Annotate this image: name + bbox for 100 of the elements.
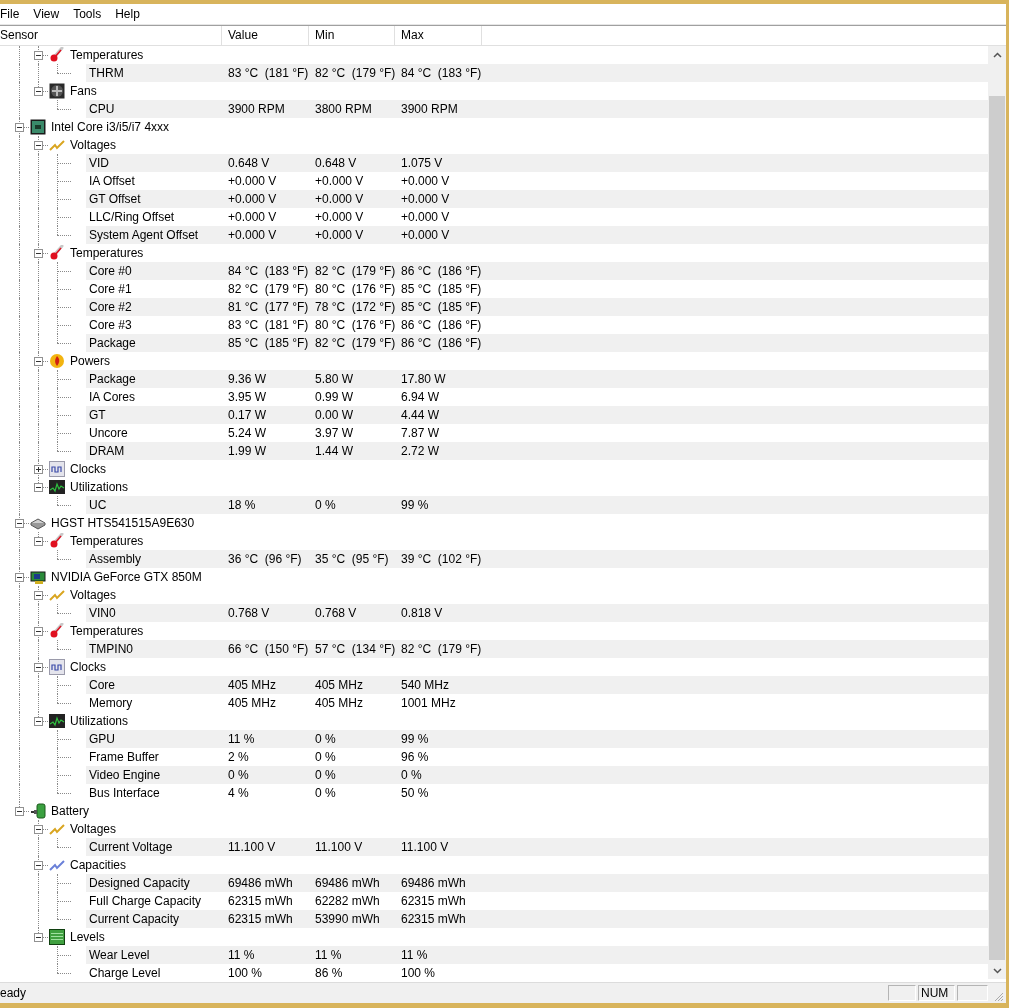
- value-cell-text: 9.36 W: [227, 372, 267, 386]
- min-cell-text: 3800 RPM: [314, 102, 373, 116]
- sensor-name: TMPIN0: [88, 642, 134, 656]
- min-cell-text: 1.44 W: [314, 444, 354, 458]
- collapse-icon[interactable]: [34, 483, 43, 492]
- max-cell-text: 39 °C (102 °F): [400, 552, 481, 566]
- thermometer-icon: [49, 47, 65, 63]
- device-name[interactable]: NVIDIA GeForce GTX 850M: [47, 568, 202, 586]
- scrollbar-thumb[interactable]: [989, 96, 1005, 960]
- collapse-icon[interactable]: [34, 87, 43, 96]
- thermometer-icon: [49, 623, 65, 639]
- group-name[interactable]: Temperatures: [66, 244, 144, 262]
- collapse-icon[interactable]: [34, 591, 43, 600]
- max-cell-text: 11.100 V: [400, 840, 450, 854]
- group-name[interactable]: Levels: [66, 928, 105, 946]
- min-cell-text: 0.648 V: [314, 156, 358, 170]
- column-header[interactable]: Sensor: [0, 26, 222, 45]
- collapse-icon[interactable]: [34, 717, 43, 726]
- sensor-name: System Agent Offset: [88, 228, 200, 242]
- thermometer-icon: [49, 533, 65, 549]
- max-cell-text: 86 °C (186 °F): [400, 318, 481, 332]
- collapse-icon[interactable]: [34, 825, 43, 834]
- group-name[interactable]: Clocks: [66, 460, 106, 478]
- collapse-icon[interactable]: [34, 357, 43, 366]
- collapse-icon[interactable]: [34, 249, 43, 258]
- max-cell-text: 1.075 V: [400, 156, 444, 170]
- menu-item[interactable]: View: [26, 7, 67, 21]
- fan-icon: [49, 83, 65, 99]
- group-name[interactable]: Temperatures: [66, 532, 144, 550]
- device-name[interactable]: Intel Core i3/i5/i7 4xxx: [47, 118, 170, 136]
- column-header[interactable]: Value: [222, 26, 309, 45]
- value-cell-text: 0.17 W: [227, 408, 267, 422]
- value-cell-text: 405 MHz: [227, 678, 278, 692]
- collapse-icon[interactable]: [34, 627, 43, 636]
- sensor-name: Assembly: [88, 552, 142, 566]
- collapse-icon[interactable]: [34, 861, 43, 870]
- group-name[interactable]: Utilizations: [66, 712, 129, 730]
- sensor-name: LLC/Ring Offset: [88, 210, 176, 224]
- value-cell-text: 85 °C (185 °F): [227, 336, 308, 350]
- max-cell-text: 17.80 W: [400, 372, 447, 386]
- value-cell-text: 3900 RPM: [227, 102, 286, 116]
- group-name[interactable]: Powers: [66, 352, 110, 370]
- collapse-icon[interactable]: [15, 519, 24, 528]
- lightning-icon: [49, 137, 65, 153]
- group-name[interactable]: Voltages: [66, 136, 117, 154]
- min-cell-text: +0.000 V: [314, 228, 365, 242]
- menu-item[interactable]: Help: [108, 7, 147, 21]
- sensor-name: Uncore: [88, 426, 129, 440]
- group-name[interactable]: Utilizations: [66, 478, 129, 496]
- column-header[interactable]: Min: [309, 26, 395, 45]
- column-header[interactable]: Max: [395, 26, 482, 45]
- collapse-icon[interactable]: [34, 537, 43, 546]
- chevron-up-icon[interactable]: [992, 51, 1002, 58]
- group-name[interactable]: Clocks: [66, 658, 106, 676]
- sensor-name: Current Capacity: [88, 912, 181, 926]
- group-name[interactable]: Voltages: [66, 586, 117, 604]
- zigzag-icon: [49, 857, 65, 873]
- group-name[interactable]: Temperatures: [66, 46, 144, 64]
- min-cell-text: 0.00 W: [314, 408, 354, 422]
- min-cell-text: 0 %: [314, 786, 337, 800]
- device-name[interactable]: Battery: [47, 802, 89, 820]
- max-cell-text: 0 %: [400, 768, 423, 782]
- value-cell-text: 18 %: [227, 498, 257, 512]
- min-cell-text: 0.99 W: [314, 390, 354, 404]
- group-name[interactable]: Temperatures: [66, 622, 144, 640]
- collapse-icon[interactable]: [15, 807, 24, 816]
- sensor-name: Package: [88, 336, 137, 350]
- resize-grip-icon[interactable]: [992, 990, 1004, 1002]
- value-cell-text: 69486 mWh: [227, 876, 294, 890]
- min-cell-text: 82 °C (179 °F): [314, 336, 394, 350]
- value-cell-text: 66 °C (150 °F): [227, 642, 308, 656]
- max-cell-text: +0.000 V: [400, 192, 451, 206]
- min-cell-text: 3.97 W: [314, 426, 354, 440]
- group-name[interactable]: Voltages: [66, 820, 117, 838]
- min-cell-text: +0.000 V: [314, 210, 365, 224]
- min-cell-text: 405 MHz: [314, 678, 365, 692]
- group-name[interactable]: Capacities: [66, 856, 127, 874]
- chevron-down-icon[interactable]: [992, 967, 1002, 974]
- collapse-icon[interactable]: [15, 123, 24, 132]
- group-name[interactable]: Fans: [66, 82, 97, 100]
- value-cell-text: 3.95 W: [227, 390, 267, 404]
- value-cell-text: 82 °C (179 °F): [227, 282, 308, 296]
- max-cell-text: 86 °C (186 °F): [400, 264, 481, 278]
- max-cell-text: 99 %: [400, 732, 430, 746]
- collapse-icon[interactable]: [34, 51, 43, 60]
- max-cell-text: 3900 RPM: [400, 102, 459, 116]
- menu-item[interactable]: File: [0, 7, 27, 21]
- collapse-icon[interactable]: [34, 663, 43, 672]
- min-cell-text: 80 °C (176 °F): [314, 318, 394, 332]
- menu-item[interactable]: Tools: [66, 7, 109, 21]
- max-cell-text: 0.818 V: [400, 606, 444, 620]
- min-cell-text: 80 °C (176 °F): [314, 282, 394, 296]
- expand-icon[interactable]: [34, 465, 43, 474]
- collapse-icon[interactable]: [15, 573, 24, 582]
- sensor-name: GT: [88, 408, 107, 422]
- collapse-icon[interactable]: [34, 141, 43, 150]
- collapse-icon[interactable]: [34, 933, 43, 942]
- device-name[interactable]: HGST HTS541515A9E630: [47, 514, 195, 532]
- max-cell-text: 4.44 W: [400, 408, 440, 422]
- min-cell-text: 405 MHz: [314, 696, 365, 710]
